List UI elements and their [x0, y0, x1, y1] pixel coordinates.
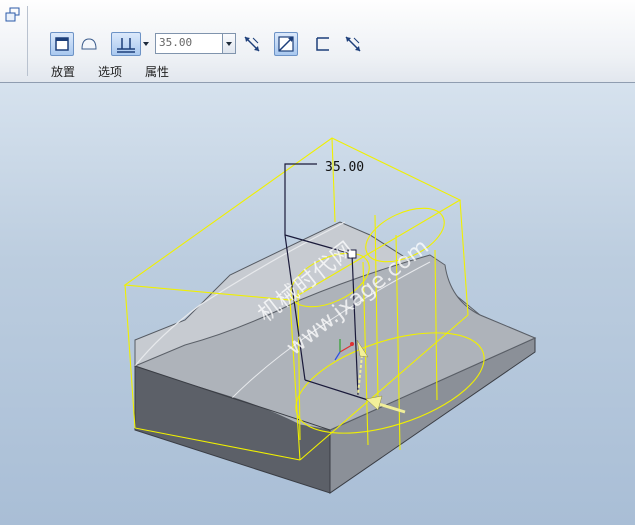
- tab-placement[interactable]: 放置: [51, 63, 75, 80]
- feature-dashboard: 35.00 放置 选项 属性: [0, 0, 635, 83]
- solid-button[interactable]: [50, 32, 74, 56]
- blind-depth-icon: [117, 38, 135, 53]
- flip-thicken-icon: [345, 36, 361, 52]
- flip-thicken-button[interactable]: [342, 33, 364, 55]
- remove-material-icon: [278, 36, 294, 52]
- depth-input[interactable]: 35.00: [155, 33, 223, 54]
- chevron-down-icon: [143, 42, 149, 46]
- remove-material-button[interactable]: [274, 32, 298, 56]
- model-view: 35.00: [123, 137, 537, 494]
- toolbar-divider: [27, 6, 28, 76]
- tab-properties[interactable]: 属性: [145, 63, 169, 80]
- chevron-down-icon: [226, 42, 232, 46]
- solid-icon: [55, 37, 69, 51]
- flip-direction-button[interactable]: [241, 33, 263, 55]
- depth-option-button[interactable]: [111, 32, 141, 56]
- graphics-viewport[interactable]: 35.00 机械时代网 www.jxage.com: [0, 83, 635, 525]
- surface-icon: [81, 38, 97, 50]
- depth-value-dropdown[interactable]: [223, 33, 236, 54]
- feature-icon: [4, 6, 22, 24]
- surface-button[interactable]: [78, 33, 100, 55]
- thicken-button[interactable]: [312, 33, 334, 55]
- depth-option-dropdown[interactable]: [141, 33, 151, 55]
- thicken-icon: [316, 37, 329, 51]
- flip-direction-icon: [244, 36, 260, 52]
- dimension-label[interactable]: 35.00: [325, 160, 364, 175]
- tab-options[interactable]: 选项: [98, 63, 122, 80]
